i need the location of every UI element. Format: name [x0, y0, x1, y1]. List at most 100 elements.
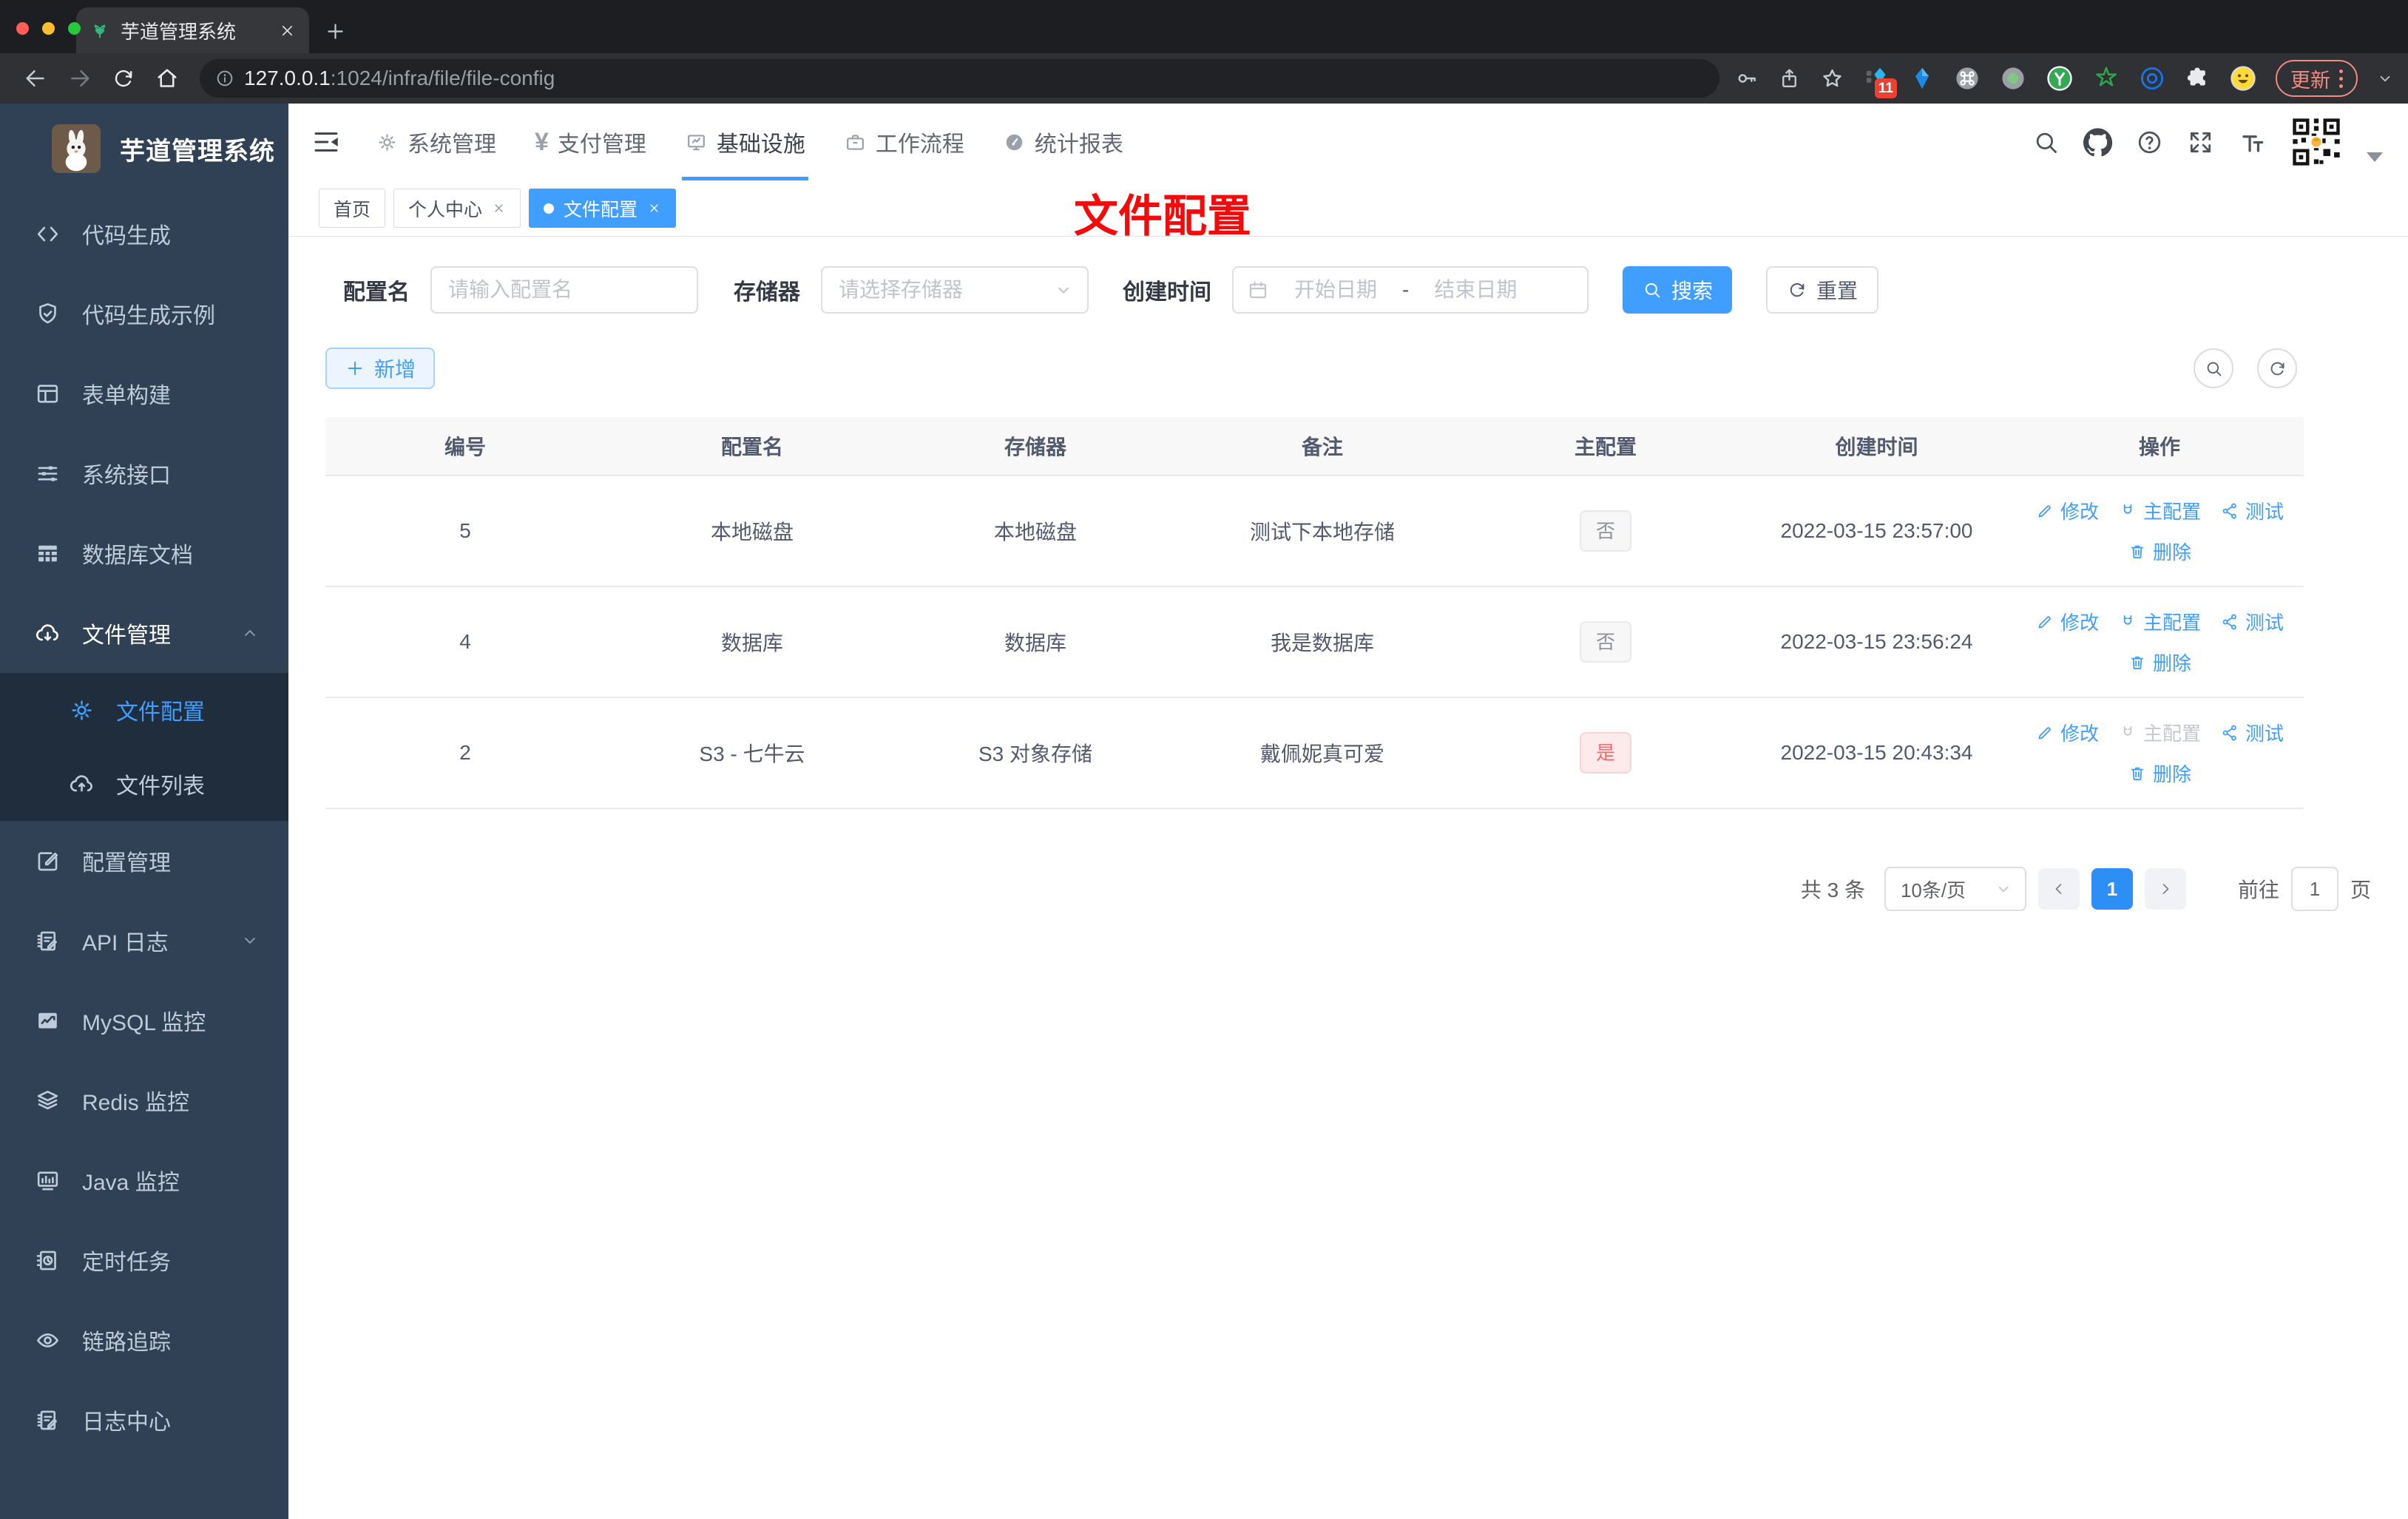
toggle-search-button[interactable] — [2194, 348, 2233, 388]
sidebar-item-file-list[interactable]: 文件列表 — [0, 747, 288, 821]
top-menu-infrastructure[interactable]: 基础设施 — [666, 104, 825, 180]
top-menu-label: 工作流程 — [875, 132, 964, 157]
search-icon[interactable] — [2032, 128, 2060, 157]
extension-command-icon[interactable] — [1953, 64, 1981, 92]
sidebar-item-redis-monitor[interactable]: Redis 监控 — [0, 1060, 288, 1140]
refresh-table-button[interactable] — [2257, 348, 2297, 388]
fullscreen-icon[interactable] — [2186, 128, 2215, 157]
config-name-input[interactable] — [448, 278, 680, 302]
test-link[interactable]: 测试 — [2220, 497, 2284, 524]
page-size-select[interactable]: 10条/页 — [1884, 867, 2026, 911]
share-icon[interactable] — [1777, 67, 1802, 91]
zoom-window-button[interactable] — [68, 22, 81, 35]
sidebar-item-api-log[interactable]: API 日志 — [0, 901, 288, 981]
tab-close-icon[interactable] — [279, 22, 296, 39]
sidebar-item-system-api[interactable]: 系统接口 — [0, 433, 288, 513]
add-button[interactable]: 新增 — [325, 348, 436, 389]
tag-home[interactable]: 首页 — [319, 189, 386, 228]
extension-dot-icon[interactable] — [1999, 64, 2027, 92]
sidebar-item-label: Java 监控 — [82, 1171, 180, 1195]
sidebar-item-java-monitor[interactable]: Java 监控 — [0, 1140, 288, 1220]
reset-button[interactable]: 重置 — [1766, 266, 1879, 314]
sidebar-item-tracing[interactable]: 链路追踪 — [0, 1300, 288, 1380]
sidebar-item-db-doc[interactable]: 数据库文档 — [0, 513, 288, 593]
close-window-button[interactable] — [16, 22, 29, 35]
new-tab-button[interactable] — [324, 20, 347, 43]
sidebar-item-code-demo[interactable]: 代码生成示例 — [0, 274, 288, 353]
delete-link[interactable]: 删除 — [2128, 538, 2191, 565]
next-page-button[interactable] — [2144, 868, 2186, 910]
top-menu-reports[interactable]: 统计报表 — [984, 104, 1143, 180]
extension-star-icon[interactable] — [2092, 64, 2120, 92]
tag-file-config[interactable]: 文件配置 — [529, 189, 677, 228]
home-icon[interactable] — [154, 65, 180, 92]
top-menu-payment[interactable]: ¥ 支付管理 — [515, 104, 666, 180]
date-start-input[interactable] — [1274, 278, 1398, 302]
edit-link[interactable]: 修改 — [2035, 608, 2099, 635]
browser-menu-icon[interactable] — [2339, 69, 2343, 88]
config-name-field — [430, 266, 698, 314]
avatar-dropdown-caret-icon[interactable] — [2367, 152, 2383, 162]
extensions-puzzle-icon[interactable] — [2184, 65, 2211, 92]
sidebar-item-label: 系统接口 — [82, 464, 171, 488]
forward-icon[interactable] — [67, 65, 93, 92]
font-size-icon[interactable] — [2237, 128, 2266, 157]
sidebar-item-form-builder[interactable]: 表单构建 — [0, 353, 288, 433]
top-menu-label: 统计报表 — [1034, 132, 1123, 157]
delete-link[interactable]: 删除 — [2128, 649, 2191, 676]
master-badge: 否 — [1579, 621, 1631, 663]
extension-y-icon[interactable] — [2045, 64, 2074, 93]
test-link[interactable]: 测试 — [2220, 719, 2284, 746]
github-icon[interactable] — [2083, 127, 2113, 158]
page-number-button[interactable]: 1 — [2091, 868, 2133, 910]
help-icon[interactable] — [2135, 128, 2164, 157]
sidebar-item-mysql-monitor[interactable]: MySQL 监控 — [0, 981, 288, 1060]
edit-link[interactable]: 修改 — [2035, 497, 2099, 524]
sidebar-item-log-center[interactable]: 日志中心 — [0, 1380, 288, 1460]
cell-storage: 本地磁盘 — [993, 521, 1077, 544]
sidebar-fold-button[interactable] — [311, 126, 342, 158]
sidebar-item-file-config[interactable]: 文件配置 — [0, 673, 288, 747]
sidebar-item-config-management[interactable]: 配置管理 — [0, 821, 288, 901]
browser-tab[interactable]: 芋道管理系统 — [76, 7, 309, 53]
page-unit-label: 页 — [2350, 879, 2371, 901]
tag-profile[interactable]: 个人中心 — [393, 189, 521, 228]
bookmark-star-icon[interactable] — [1819, 66, 1845, 92]
tag-close-icon[interactable] — [492, 201, 506, 215]
reload-icon[interactable] — [111, 66, 136, 91]
qr-avatar[interactable] — [2288, 114, 2344, 170]
trash-icon — [2131, 767, 2143, 780]
browser-update-button[interactable]: 更新 — [2276, 60, 2358, 97]
storage-select[interactable] — [821, 266, 1089, 314]
minimize-window-button[interactable] — [42, 22, 55, 35]
goto-page-input[interactable] — [2290, 867, 2338, 911]
sidebar-item-label: 定时任务 — [82, 1251, 171, 1275]
date-range-picker[interactable]: - — [1232, 266, 1589, 314]
address-bar[interactable]: 127.0.0.1:1024/infra/file/file-config — [200, 59, 1719, 98]
prev-page-button[interactable] — [2037, 868, 2080, 910]
extension-emoji-icon[interactable] — [2228, 64, 2258, 93]
extension-pinned[interactable]: 11 — [1863, 64, 1897, 98]
search-button[interactable]: 搜索 — [1623, 266, 1733, 314]
cell-remark: 戴佩妮真可爱 — [1259, 742, 1384, 765]
toolbar-overflow-chevron-icon[interactable] — [2375, 69, 2395, 88]
back-icon[interactable] — [22, 65, 49, 92]
date-end-input[interactable] — [1413, 278, 1538, 302]
top-menu-system[interactable]: 系统管理 — [356, 104, 515, 180]
tag-close-icon[interactable] — [647, 201, 661, 215]
passwords-key-icon[interactable] — [1734, 66, 1759, 91]
edit-link[interactable]: 修改 — [2035, 719, 2099, 746]
site-info-icon[interactable] — [214, 68, 235, 89]
delete-link[interactable]: 删除 — [2128, 760, 2191, 787]
sidebar-item-code-gen[interactable]: 代码生成 — [0, 194, 288, 274]
test-link[interactable]: 测试 — [2220, 608, 2284, 635]
master-link[interactable]: 主配置 — [2118, 608, 2201, 635]
extension-eye-icon[interactable] — [2138, 64, 2166, 92]
master-link[interactable]: 主配置 — [2118, 497, 2201, 524]
top-menu-workflow[interactable]: 工作流程 — [825, 104, 984, 180]
sidebar-item-file-management[interactable]: 文件管理 — [0, 593, 288, 673]
storage-select-input[interactable] — [839, 278, 1047, 302]
sidebar-item-scheduled-tasks[interactable]: 定时任务 — [0, 1220, 288, 1300]
extension-kite-icon[interactable] — [1909, 65, 1935, 92]
update-label: 更新 — [2290, 69, 2330, 92]
